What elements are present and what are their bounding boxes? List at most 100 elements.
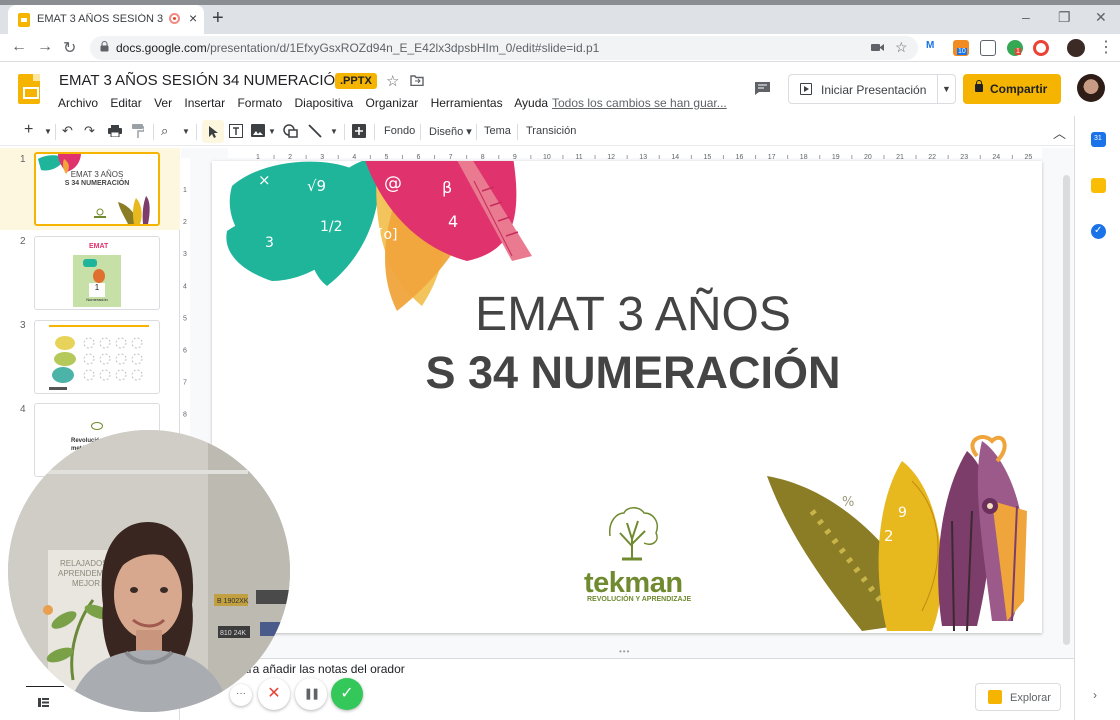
- line-icon[interactable]: [308, 124, 322, 138]
- petal-symbol-half: 1/2: [320, 219, 343, 235]
- image-dropdown-icon[interactable]: ▼: [268, 127, 276, 136]
- comments-icon[interactable]: [754, 81, 771, 96]
- slide-thumbnail-1[interactable]: EMAT 3 AÑOS S 34 NUMERACIÓN: [34, 152, 160, 226]
- browser-profile-avatar[interactable]: [1067, 39, 1085, 57]
- reload-icon[interactable]: ↻: [63, 38, 76, 58]
- minimize-button[interactable]: –: [1022, 9, 1030, 25]
- recorder-done-button[interactable]: ✓: [331, 678, 363, 710]
- keep-icon[interactable]: [1091, 178, 1106, 193]
- browser-tab[interactable]: EMAT 3 AÑOS SESIÓN 34 NUMERACIÓN ×: [8, 5, 204, 34]
- bookmark-star-icon[interactable]: ☆: [895, 39, 908, 56]
- present-button[interactable]: Iniciar Presentación ▼: [788, 74, 956, 104]
- menu-editar[interactable]: Editar: [110, 96, 141, 110]
- menu-formato[interactable]: Formato: [237, 96, 282, 110]
- notes-resize-handle[interactable]: •••: [619, 647, 630, 656]
- undo-icon[interactable]: ↶: [62, 123, 73, 139]
- menu-insertar[interactable]: Insertar: [184, 96, 225, 110]
- user-avatar[interactable]: [1077, 74, 1105, 102]
- paint-format-icon[interactable]: [132, 124, 144, 138]
- new-slide-dropdown-icon[interactable]: ▼: [44, 127, 52, 136]
- back-icon[interactable]: ←: [11, 38, 27, 56]
- thumbnail-title-1: EMAT 3 AÑOS: [70, 170, 124, 179]
- extension-icon[interactable]: M: [926, 40, 942, 56]
- thumbnail-label: EMAT: [89, 243, 109, 250]
- new-tab-button[interactable]: +: [212, 7, 224, 30]
- text-box-icon[interactable]: [229, 124, 243, 138]
- menu-archivo[interactable]: Archivo: [58, 96, 98, 110]
- tab-close-button[interactable]: ×: [189, 10, 197, 26]
- zoom-dropdown-icon[interactable]: ▼: [182, 127, 190, 136]
- ruler-tick-label: 24: [992, 154, 1000, 161]
- ruler-tick-label: 25: [1025, 154, 1033, 161]
- calendar-icon[interactable]: 31: [1091, 132, 1106, 147]
- transition-button[interactable]: Transición: [526, 125, 576, 137]
- theme-button[interactable]: Tema: [484, 125, 511, 137]
- image-icon[interactable]: [251, 124, 265, 137]
- line-dropdown-icon[interactable]: ▼: [330, 127, 338, 136]
- save-status[interactable]: Todos los cambios se han guar...: [552, 96, 727, 110]
- close-window-button[interactable]: ✕: [1095, 9, 1107, 26]
- slide-thumbnail-2[interactable]: EMAT 1 Numeración: [34, 236, 160, 310]
- android-extension-icon[interactable]: 1: [1007, 40, 1023, 56]
- collapse-toolbar-icon[interactable]: ︿: [1053, 123, 1066, 142]
- zoom-icon[interactable]: ⌕: [161, 123, 168, 139]
- screencastify-icon[interactable]: [1033, 40, 1049, 56]
- leaves-bottom-right-illustration: [767, 435, 1027, 632]
- horizontal-ruler: 1 2 3 4 5 6 7 8 9 10 11 12 13 14 15 16 17 18 19 20 21 22 23 24 2…: [228, 148, 1045, 161]
- add-comment-icon[interactable]: [352, 124, 366, 138]
- share-button[interactable]: Compartir: [963, 74, 1061, 104]
- toolbar-divider: [374, 124, 375, 140]
- restore-button[interactable]: ❐: [1058, 9, 1071, 26]
- shape-icon[interactable]: [283, 124, 298, 138]
- slide-title-line-2[interactable]: S 34 NUMERACIÓN: [212, 347, 1042, 399]
- layout-button[interactable]: Diseño ▾: [429, 125, 472, 138]
- star-icon[interactable]: ☆: [386, 72, 399, 90]
- background-button[interactable]: Fondo: [384, 125, 415, 137]
- menu-herramientas[interactable]: Herramientas: [431, 96, 503, 110]
- redo-icon[interactable]: ↷: [84, 123, 95, 139]
- tasks-icon[interactable]: ✓: [1091, 224, 1106, 239]
- ruler-tick-label: 12: [607, 154, 615, 161]
- forward-icon[interactable]: →: [37, 38, 53, 56]
- menu-organizar[interactable]: Organizar: [366, 96, 419, 110]
- print-icon[interactable]: [108, 125, 122, 137]
- ruler-tick-label: 7: [183, 380, 187, 387]
- new-slide-icon[interactable]: +: [24, 121, 33, 139]
- toolbar-divider: [196, 124, 197, 140]
- explore-button[interactable]: Explorar: [975, 683, 1061, 711]
- document-title[interactable]: EMAT 3 AÑOS SESIÓN 34 NUMERACIÓN: [59, 72, 346, 89]
- webcam-overlay[interactable]: RELAJADOS APRENDEMOS MEJOR B 1902XK 810 …: [8, 430, 290, 712]
- expand-panel-icon[interactable]: ›: [1093, 688, 1097, 702]
- slide-number: 1: [20, 154, 26, 165]
- address-bar[interactable]: docs.google.com/presentation/d/1EfxyGsxR…: [90, 36, 918, 60]
- menu-ayuda[interactable]: Ayuda: [514, 96, 548, 110]
- tab-title: EMAT 3 AÑOS SESIÓN 34 NUMERACIÓN: [37, 13, 163, 25]
- slide-thumbnail-3[interactable]: [34, 320, 160, 394]
- petal-symbol-four: 4: [448, 212, 458, 231]
- slides-logo-icon[interactable]: [18, 74, 40, 104]
- slide-title-line-1[interactable]: EMAT 3 AÑOS: [212, 287, 1042, 342]
- browser-tab-strip: EMAT 3 AÑOS SESIÓN 34 NUMERACIÓN × + – ❐…: [0, 0, 1120, 34]
- slide-canvas[interactable]: × √9 1/2 @ β 4 3 e [o] % 9 2 EMAT 3 AÑOS…: [212, 161, 1042, 633]
- recorder-cancel-button[interactable]: ✕: [258, 678, 290, 710]
- present-dropdown-icon[interactable]: ▼: [942, 84, 951, 94]
- grid-view-icon[interactable]: [38, 698, 49, 707]
- select-tool-button[interactable]: [202, 120, 224, 143]
- browser-menu-icon[interactable]: ⋮: [1098, 37, 1114, 57]
- recorder-pause-button[interactable]: ❚❚: [295, 678, 327, 710]
- canvas-scrollbar[interactable]: [1063, 175, 1070, 645]
- speaker-notes-placeholder[interactable]: ara añadir las notas del orador: [242, 662, 405, 676]
- recorder-more-button[interactable]: ···: [230, 684, 252, 706]
- svg-text:B 1902XK: B 1902XK: [217, 598, 249, 605]
- petal-symbol-beta: β: [442, 178, 452, 197]
- menu-bar: Archivo Editar Ver Insertar Formato Diap…: [58, 96, 557, 110]
- move-folder-icon[interactable]: [410, 75, 424, 86]
- ruler-tick-label: 14: [671, 154, 679, 161]
- ruler-tick-label: 13: [639, 154, 647, 161]
- menu-diapositiva[interactable]: Diapositiva: [294, 96, 353, 110]
- extension-badge-icon[interactable]: 10: [953, 40, 969, 56]
- grid-extension-icon[interactable]: [980, 40, 996, 56]
- petal-symbol-times: ×: [258, 171, 271, 189]
- camera-icon[interactable]: [871, 42, 884, 53]
- menu-ver[interactable]: Ver: [154, 96, 172, 110]
